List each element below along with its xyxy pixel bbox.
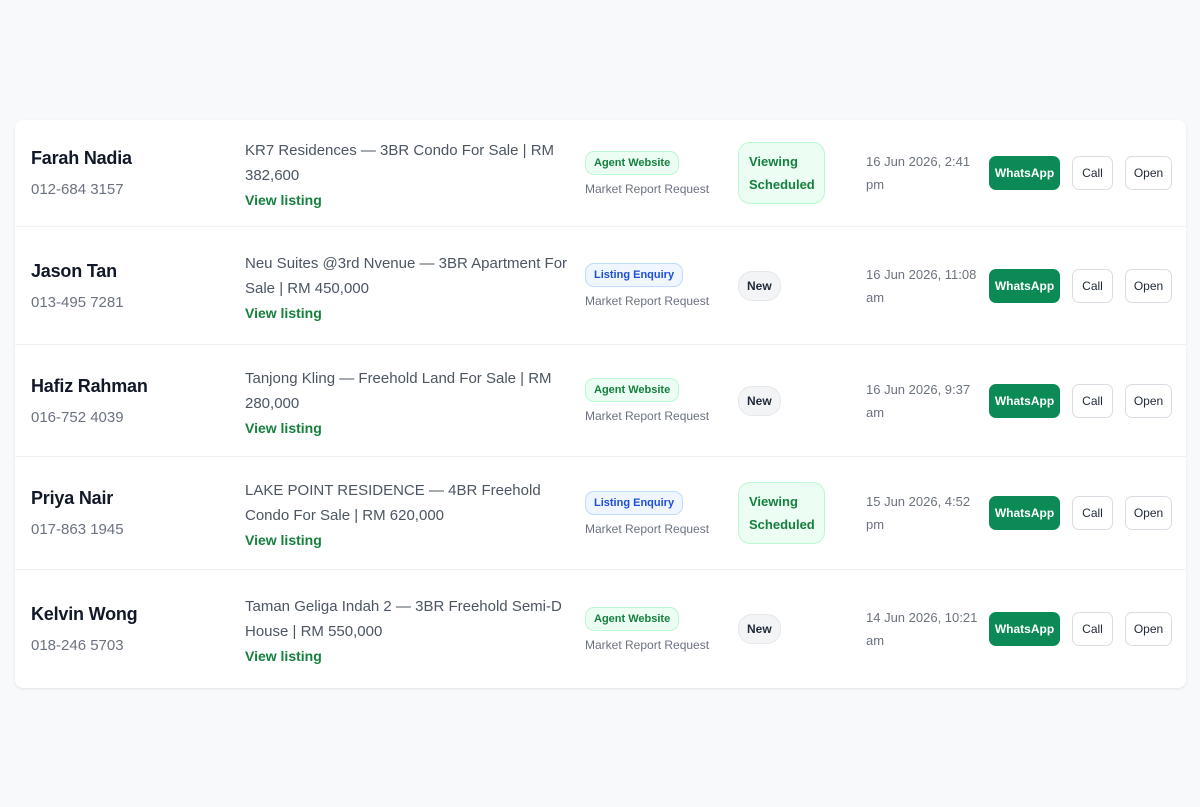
- whatsapp-button[interactable]: WhatsApp: [989, 612, 1060, 646]
- view-listing-link[interactable]: View listing: [245, 305, 575, 321]
- open-button[interactable]: Open: [1125, 496, 1172, 530]
- lead-timestamp: 16 Jun 2026, 9:37 am: [866, 381, 971, 420]
- lead-date: 16 Jun 2026, 9:37 am: [866, 345, 978, 456]
- lead-listing: Tanjong Kling — Freehold Land For Sale |…: [245, 345, 575, 456]
- call-button[interactable]: Call: [1072, 156, 1113, 190]
- lead-row: Jason Tan 013-495 7281 Neu Suites @3rd N…: [15, 227, 1186, 345]
- lead-name: Jason Tan: [31, 260, 117, 281]
- lead-actions: WhatsApp Call Open: [989, 457, 1179, 569]
- view-listing-link[interactable]: View listing: [245, 648, 575, 664]
- lead-date: 15 Jun 2026, 4:52 pm: [866, 457, 978, 569]
- lead-status: Viewing Scheduled: [738, 457, 848, 569]
- call-button[interactable]: Call: [1072, 268, 1113, 303]
- lead-listing: LAKE POINT RESIDENCE — 4BR Freehold Cond…: [245, 457, 575, 569]
- lead-date: 14 Jun 2026, 10:21 am: [866, 570, 978, 688]
- listing-title: KR7 Residences — 3BR Condo For Sale | RM…: [245, 142, 555, 184]
- status-badge: Viewing Scheduled: [738, 482, 825, 544]
- status-badge: New: [738, 385, 781, 416]
- open-button[interactable]: Open: [1125, 156, 1172, 190]
- view-listing-link[interactable]: View listing: [245, 192, 575, 208]
- lead-name: Priya Nair: [31, 488, 114, 508]
- lead-status: New: [738, 570, 848, 688]
- lead-contact: Kelvin Wong 018-246 5703: [31, 570, 231, 688]
- lead-row: Farah Nadia 012-684 3157 KR7 Residences …: [15, 120, 1186, 227]
- lead-timestamp: 16 Jun 2026, 11:08 am: [866, 266, 977, 305]
- lead-contact: Jason Tan 013-495 7281: [31, 227, 231, 344]
- status-badge: Viewing Scheduled: [738, 142, 825, 204]
- lead-actions: WhatsApp Call Open: [989, 120, 1179, 226]
- whatsapp-button[interactable]: WhatsApp: [989, 268, 1060, 303]
- lead-contact: Farah Nadia 012-684 3157: [31, 120, 231, 226]
- lead-timestamp: 14 Jun 2026, 10:21 am: [866, 610, 978, 648]
- source-detail: Market Report Request: [585, 409, 710, 423]
- status-badge: New: [738, 270, 781, 301]
- lead-contact: Hafiz Rahman 016-752 4039: [31, 345, 231, 456]
- lead-name: Farah Nadia: [31, 148, 132, 168]
- listing-title: Taman Geliga Indah 2 — 3BR Freehold Semi…: [245, 598, 562, 640]
- lead-name: Hafiz Rahman: [31, 375, 148, 396]
- lead-name: Kelvin Wong: [31, 604, 138, 624]
- lead-date: 16 Jun 2026, 11:08 am: [866, 227, 978, 344]
- lead-phone: 012-684 3157: [31, 181, 124, 198]
- lead-phone: 013-495 7281: [31, 293, 124, 311]
- lead-timestamp: 16 Jun 2026, 2:41 pm: [866, 154, 971, 192]
- lead-date: 16 Jun 2026, 2:41 pm: [866, 120, 978, 226]
- lead-row: Priya Nair 017-863 1945 LAKE POINT RESID…: [15, 457, 1186, 570]
- lead-timestamp: 15 Jun 2026, 4:52 pm: [866, 494, 971, 532]
- whatsapp-button[interactable]: WhatsApp: [989, 496, 1060, 530]
- lead-phone: 018-246 5703: [31, 637, 124, 654]
- whatsapp-button[interactable]: WhatsApp: [989, 156, 1060, 190]
- lead-row: Hafiz Rahman 016-752 4039 Tanjong Kling …: [15, 345, 1186, 457]
- lead-source: Agent Website Market Report Request: [585, 570, 735, 688]
- lead-status: New: [738, 227, 848, 344]
- call-button[interactable]: Call: [1072, 383, 1113, 418]
- source-badge: Listing Enquiry: [585, 263, 684, 287]
- status-badge: New: [738, 614, 781, 644]
- source-detail: Market Report Request: [585, 181, 710, 196]
- source-detail: Market Report Request: [585, 294, 710, 308]
- lead-listing: KR7 Residences — 3BR Condo For Sale | RM…: [245, 120, 575, 226]
- call-button[interactable]: Call: [1072, 496, 1113, 530]
- lead-listing: Neu Suites @3rd Nvenue — 3BR Apartment F…: [245, 227, 575, 344]
- lead-source: Agent Website Market Report Request: [585, 345, 735, 456]
- open-button[interactable]: Open: [1125, 268, 1172, 303]
- source-badge: Listing Enquiry: [585, 490, 684, 515]
- listing-title: LAKE POINT RESIDENCE — 4BR Freehold Cond…: [245, 482, 541, 524]
- source-badge: Agent Website: [585, 378, 680, 402]
- view-listing-link[interactable]: View listing: [245, 532, 575, 548]
- lead-source: Listing Enquiry Market Report Request: [585, 227, 735, 344]
- listing-title: Neu Suites @3rd Nvenue — 3BR Apartment F…: [245, 254, 568, 297]
- open-button[interactable]: Open: [1125, 612, 1172, 646]
- call-button[interactable]: Call: [1072, 612, 1113, 646]
- source-detail: Market Report Request: [585, 521, 710, 536]
- lead-source: Agent Website Market Report Request: [585, 120, 735, 226]
- source-detail: Market Report Request: [585, 637, 710, 652]
- listing-title: Tanjong Kling — Freehold Land For Sale |…: [245, 369, 552, 412]
- lead-listing: Taman Geliga Indah 2 — 3BR Freehold Semi…: [245, 570, 575, 688]
- whatsapp-button[interactable]: WhatsApp: [989, 383, 1060, 418]
- lead-actions: WhatsApp Call Open: [989, 227, 1179, 344]
- lead-status: New: [738, 345, 848, 456]
- source-badge: Agent Website: [585, 606, 680, 631]
- lead-source: Listing Enquiry Market Report Request: [585, 457, 735, 569]
- lead-phone: 017-863 1945: [31, 521, 124, 538]
- lead-contact: Priya Nair 017-863 1945: [31, 457, 231, 569]
- open-button[interactable]: Open: [1125, 383, 1172, 418]
- lead-actions: WhatsApp Call Open: [989, 570, 1179, 688]
- lead-status: Viewing Scheduled: [738, 120, 848, 226]
- leads-table: Farah Nadia 012-684 3157 KR7 Residences …: [15, 120, 1186, 688]
- lead-phone: 016-752 4039: [31, 408, 124, 426]
- lead-actions: WhatsApp Call Open: [989, 345, 1179, 456]
- view-listing-link[interactable]: View listing: [245, 420, 575, 436]
- lead-row: Kelvin Wong 018-246 5703 Taman Geliga In…: [15, 570, 1186, 688]
- source-badge: Agent Website: [585, 150, 680, 175]
